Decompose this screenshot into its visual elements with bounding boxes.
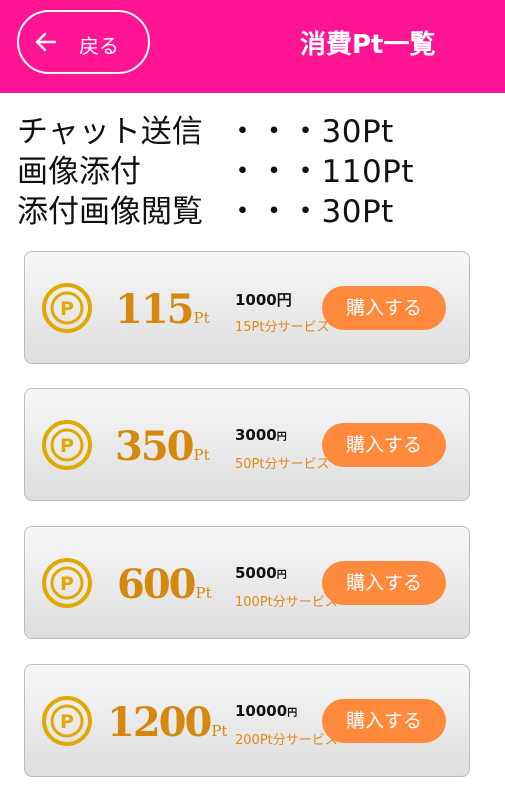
points-number: 1200 xyxy=(107,699,212,746)
price: 10000円 xyxy=(235,702,297,720)
cost-list: チャット送信 ・・・30Pt 画像添付 ・・・110Pt 添付画像閲覧 ・・・3… xyxy=(17,112,497,232)
buy-button[interactable]: 購入する xyxy=(322,699,446,743)
points-number: 600 xyxy=(117,561,196,608)
price-yen: 円 xyxy=(276,432,287,443)
coin-p-icon: P xyxy=(42,283,92,333)
points-amount: 600Pt xyxy=(117,561,212,611)
arrow-left-icon xyxy=(35,32,57,52)
price-value: 10000 xyxy=(235,702,288,720)
points-number: 115 xyxy=(115,286,194,333)
plan-card: P 115Pt 1000円 15Pt分サービス 購入する xyxy=(24,251,470,364)
price-yen: 円 xyxy=(276,570,287,581)
points-amount: 350Pt xyxy=(115,423,210,473)
points-amount: 1200Pt xyxy=(107,699,227,749)
bonus-text: 50Pt分サービス xyxy=(235,457,330,472)
points-unit: Pt xyxy=(193,309,210,327)
cost-row: 添付画像閲覧 ・・・30Pt xyxy=(17,192,497,232)
price: 3000円 xyxy=(235,426,287,444)
coin-p-icon: P xyxy=(42,420,92,470)
points-number: 350 xyxy=(115,423,194,470)
cost-row: チャット送信 ・・・30Pt xyxy=(17,112,497,152)
svg-text:P: P xyxy=(60,298,74,320)
bonus-text: 200Pt分サービス xyxy=(235,733,338,748)
buy-button[interactable]: 購入する xyxy=(322,423,446,467)
points-amount: 115Pt xyxy=(115,286,210,336)
back-button[interactable]: 戻る xyxy=(17,10,150,74)
cost-value: ・・・30Pt xyxy=(227,194,394,230)
back-label: 戻る xyxy=(79,34,119,58)
coin-p-icon: P xyxy=(42,696,92,746)
points-unit: Pt xyxy=(211,722,228,740)
cost-value: ・・・110Pt xyxy=(227,154,415,190)
cost-row: 画像添付 ・・・110Pt xyxy=(17,152,497,192)
price-yen: 円 xyxy=(276,291,292,309)
app-header: 戻る 消費Pt一覧 xyxy=(0,0,505,93)
plan-card: P 600Pt 5000円 100Pt分サービス 購入する xyxy=(24,526,470,639)
price-yen: 円 xyxy=(287,708,298,719)
price-value: 3000 xyxy=(235,426,277,444)
points-unit: Pt xyxy=(195,584,212,602)
buy-button[interactable]: 購入する xyxy=(322,561,446,605)
plan-card: P 1200Pt 10000円 200Pt分サービス 購入する xyxy=(24,664,470,777)
svg-text:P: P xyxy=(60,573,74,595)
price-value: 1000 xyxy=(235,291,277,309)
cost-name: チャット送信 xyxy=(17,114,203,150)
plan-card: P 350Pt 3000円 50Pt分サービス 購入する xyxy=(24,388,470,501)
price: 5000円 xyxy=(235,564,287,582)
svg-text:P: P xyxy=(60,711,74,733)
coin-p-icon: P xyxy=(42,558,92,608)
points-unit: Pt xyxy=(193,446,210,464)
cost-name: 画像添付 xyxy=(17,154,141,190)
bonus-text: 15Pt分サービス xyxy=(235,320,330,335)
cost-value: ・・・30Pt xyxy=(227,114,394,150)
price-value: 5000 xyxy=(235,564,277,582)
svg-text:P: P xyxy=(60,435,74,457)
buy-button[interactable]: 購入する xyxy=(322,286,446,330)
price: 1000円 xyxy=(235,289,292,310)
bonus-text: 100Pt分サービス xyxy=(235,595,338,610)
cost-name: 添付画像閲覧 xyxy=(17,194,203,230)
page-title: 消費Pt一覧 xyxy=(300,30,436,60)
